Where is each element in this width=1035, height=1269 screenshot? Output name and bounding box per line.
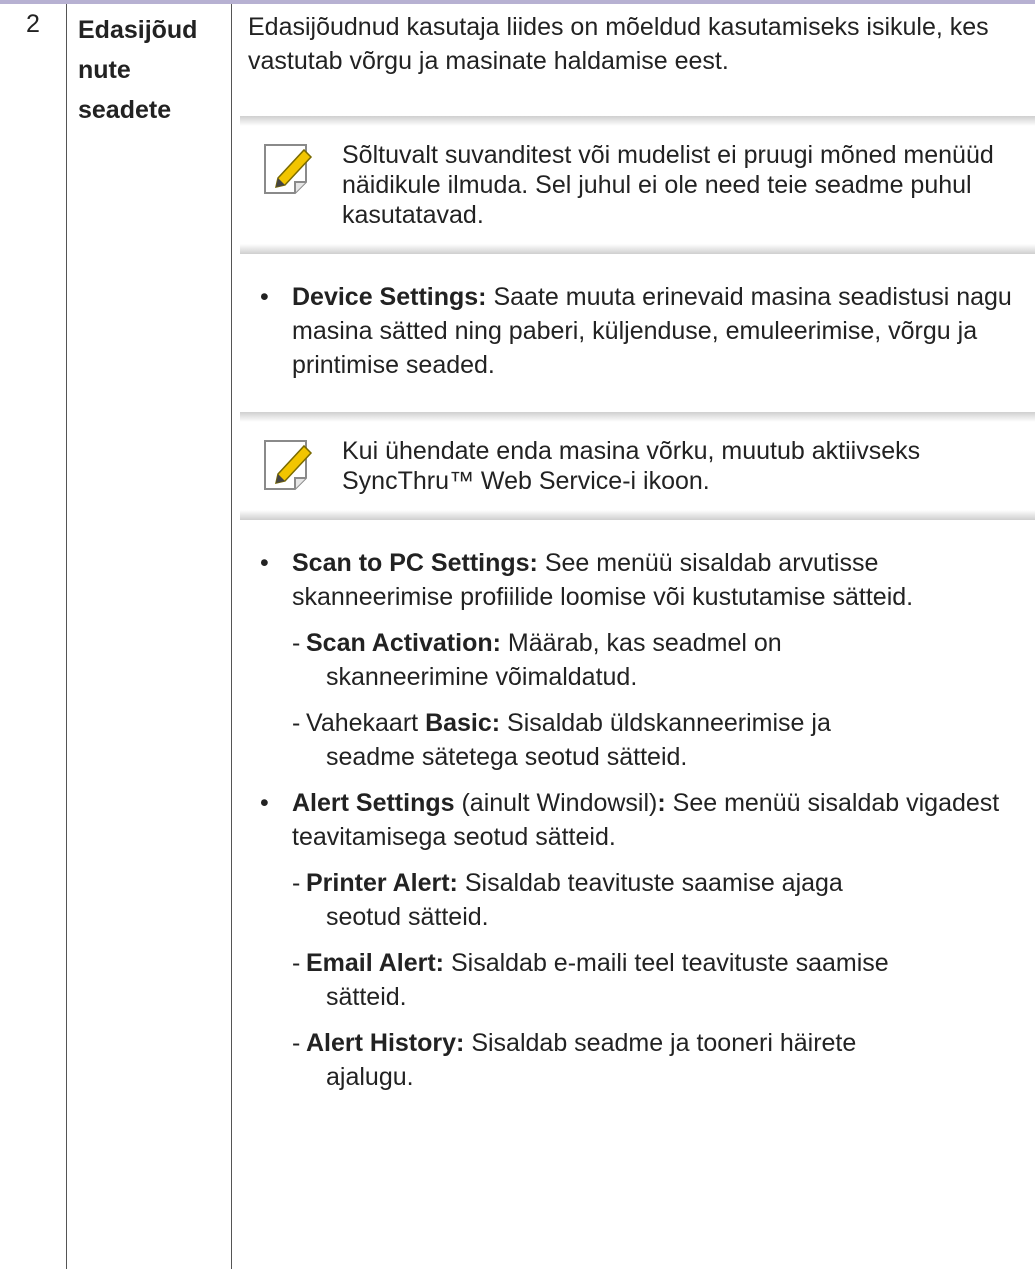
label-scan-to-pc: Scan to PC Settings:	[292, 549, 538, 577]
column-divider-2	[231, 4, 232, 1269]
note-box-1: Sõltuvalt suvanditest või mudelist ei pr…	[240, 116, 1035, 254]
note-pencil-icon	[264, 144, 313, 194]
row-number: 2	[26, 10, 40, 38]
label-device-settings: Device Settings:	[292, 283, 487, 311]
row-name-line-1: Edasijõud	[78, 16, 198, 44]
sub-item-alert-history: - Alert History: Sisaldab seadme ja toon…	[292, 1029, 857, 1091]
note-text-2: Kui ühendate enda masina võrku, muutub a…	[342, 437, 921, 495]
note-box-2: Kui ühendate enda masina võrku, muutub a…	[240, 412, 1035, 520]
note-text-1: Sõltuvalt suvanditest või mudelist ei pr…	[342, 141, 994, 229]
sub-item-scan-activation: - Scan Activation: Määrab, kas seadmel o…	[292, 629, 782, 691]
column-divider-1	[66, 4, 67, 1269]
label-alert-settings: Alert Settings	[292, 789, 455, 817]
row-name-line-2: nute	[78, 56, 131, 84]
sub-item-basic-tab: - Vahekaart Basic: Sisaldab üldskanneeri…	[292, 709, 831, 771]
list-item-device-settings: • Device Settings: Saate muuta erinevaid…	[260, 283, 1012, 379]
row-name: Edasijõud nute seadete	[78, 10, 228, 130]
row-name-line-3: seadete	[78, 96, 172, 124]
list-item-scan-to-pc: • Scan to PC Settings: See menüü sisalda…	[260, 549, 914, 611]
note-pencil-icon	[264, 440, 313, 490]
list-item-alert-settings: • Alert Settings (ainult Windowsil): See…	[260, 789, 1000, 851]
table-header-bar	[0, 0, 1035, 4]
sub-item-printer-alert: - Printer Alert: Sisaldab teavituste saa…	[292, 869, 843, 931]
intro-text: Edasijõudnud kasutaja liides on mõeldud …	[248, 13, 989, 75]
sub-item-email-alert: - Email Alert: Sisaldab e-maili teel tea…	[292, 949, 889, 1011]
description-cell: Edasijõudnud kasutaja liides on mõeldud …	[240, 10, 1035, 1106]
